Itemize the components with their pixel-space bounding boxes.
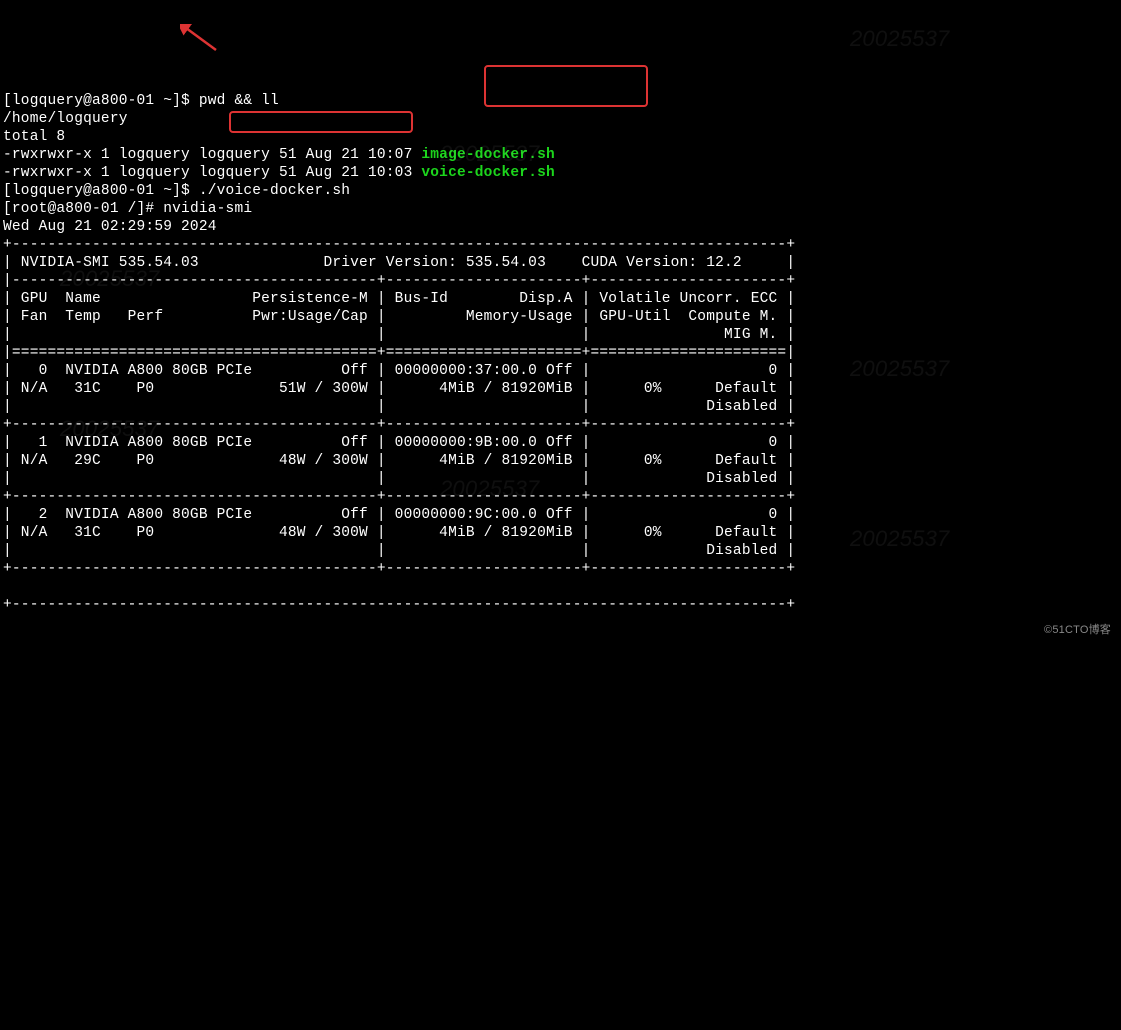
smi-col-hdr: | GPU Name Persistence-M | Bus-Id Disp.A…	[3, 291, 795, 307]
prompt-line-1[interactable]: [logquery@a800-01 ~]$ pwd && ll	[3, 93, 279, 109]
highlight-box-command	[229, 111, 413, 133]
highlight-box-files	[484, 65, 648, 107]
smi-gpu-row: | N/A 31C P0 48W / 300W | 4MiB / 81920Mi…	[3, 525, 795, 541]
prompt-line-3[interactable]: [root@a800-01 /]# nvidia-smi	[3, 201, 252, 217]
smi-header: | NVIDIA-SMI 535.54.03 Driver Version: 5…	[3, 255, 795, 271]
smi-border: +---------------------------------------…	[3, 489, 795, 505]
file-voice-docker: voice-docker.sh	[421, 165, 555, 181]
smi-gpu-row: | 0 NVIDIA A800 80GB PCIe Off | 00000000…	[3, 363, 795, 379]
smi-border: |---------------------------------------…	[3, 273, 795, 289]
watermark: 20025537	[850, 30, 949, 48]
prompt-line-2[interactable]: [logquery@a800-01 ~]$ ./voice-docker.sh	[3, 183, 350, 199]
source-attribution: ©51CTO博客	[1044, 621, 1111, 639]
smi-border: +---------------------------------------…	[3, 597, 795, 613]
smi-border: +---------------------------------------…	[3, 237, 795, 253]
ls-row-1: -rwxrwxr-x 1 logquery logquery 51 Aug 21…	[3, 147, 555, 163]
smi-gpu-row: | 1 NVIDIA A800 80GB PCIe Off | 00000000…	[3, 435, 795, 451]
arrow-icon	[180, 24, 220, 54]
smi-col-hdr: | | | MIG M. |	[3, 327, 795, 343]
smi-gpu-row: | 2 NVIDIA A800 80GB PCIe Off | 00000000…	[3, 507, 795, 523]
ls-row-2: -rwxrwxr-x 1 logquery logquery 51 Aug 21…	[3, 165, 555, 181]
smi-gpu-row: | N/A 31C P0 51W / 300W | 4MiB / 81920Mi…	[3, 381, 795, 397]
smi-gpu-row: | N/A 29C P0 48W / 300W | 4MiB / 81920Mi…	[3, 453, 795, 469]
smi-col-hdr: | Fan Temp Perf Pwr:Usage/Cap | Memory-U…	[3, 309, 795, 325]
smi-border: |=======================================…	[3, 345, 795, 361]
smi-gpu-row: | | | Disabled |	[3, 543, 795, 559]
total-line: total 8	[3, 129, 65, 145]
terminal-output: [logquery@a800-01 ~]$ pwd && ll /home/lo…	[0, 72, 1121, 616]
pwd-output: /home/logquery	[3, 111, 128, 127]
smi-blank	[3, 579, 804, 595]
smi-gpu-row: | | | Disabled |	[3, 471, 795, 487]
date-line: Wed Aug 21 02:29:59 2024	[3, 219, 217, 235]
smi-border: +---------------------------------------…	[3, 561, 795, 577]
file-image-docker: image-docker.sh	[421, 147, 555, 163]
smi-border: +---------------------------------------…	[3, 417, 795, 433]
smi-gpu-row: | | | Disabled |	[3, 399, 795, 415]
